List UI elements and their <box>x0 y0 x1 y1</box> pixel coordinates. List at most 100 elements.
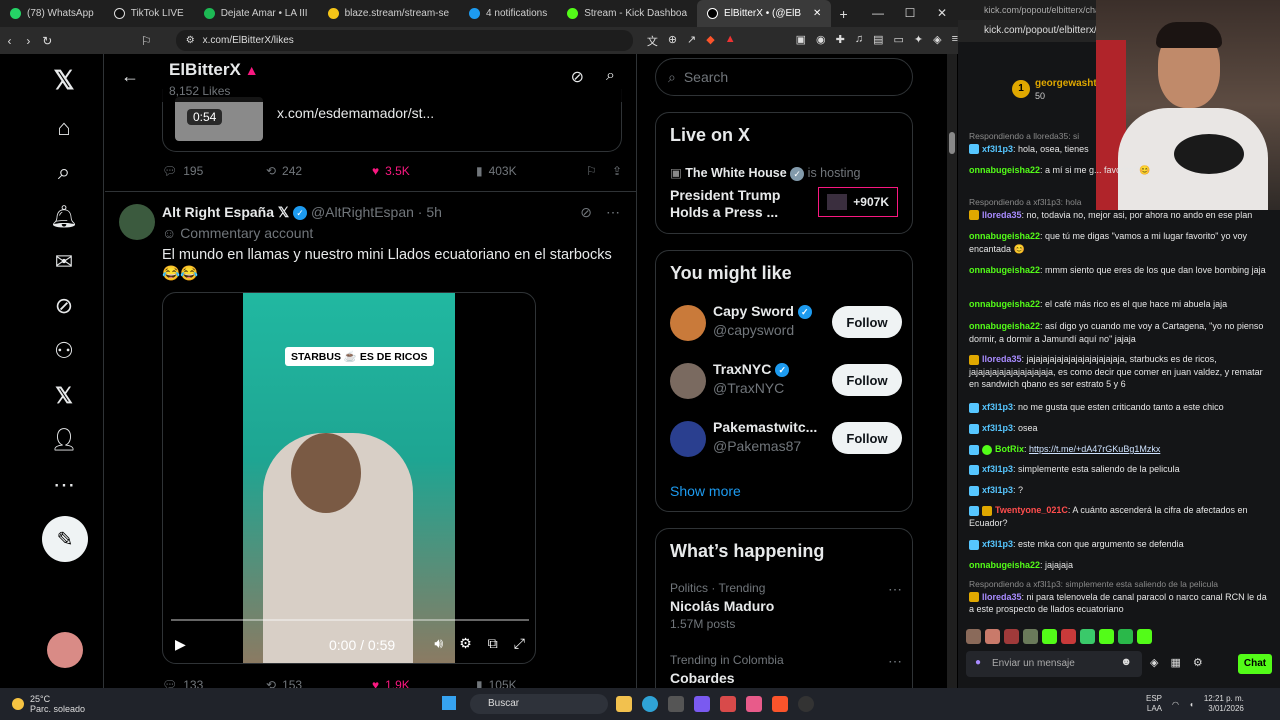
suggest-item[interactable]: Capy Sword ✓ @capysword Follow <box>670 303 902 345</box>
chat-link[interactable]: https://t.me/+dA47rGKuBg1Mzkx <box>1029 444 1160 454</box>
emote-icon[interactable] <box>966 629 981 644</box>
app-icon[interactable] <box>720 696 736 712</box>
volume-icon[interactable]: 🔊︎ <box>434 635 443 652</box>
chat-send-button[interactable]: Chat <box>1238 654 1272 674</box>
grok-explain-icon[interactable]: ⊘ <box>580 204 592 221</box>
emote-icon[interactable] <box>1118 629 1133 644</box>
settings-gear-icon[interactable]: ⚙ <box>1193 656 1203 669</box>
media-icon[interactable]: ♫ <box>855 33 863 49</box>
home-icon[interactable]: ⌂ <box>50 114 78 142</box>
premium-x-icon[interactable]: 𝕏 <box>50 382 78 410</box>
tab-kick-dashboard[interactable]: Stream - Kick Dashboa <box>557 0 697 27</box>
leo-icon[interactable]: ✦ <box>914 33 923 49</box>
tab-spotify[interactable]: Dejate Amar • LA III <box>194 0 318 27</box>
puzzle-icon[interactable]: ✚ <box>836 33 845 49</box>
wallet-icon[interactable]: ▭ <box>894 33 904 49</box>
grok-icon[interactable]: ⊘ <box>50 292 78 320</box>
bookmark-icon[interactable]: ⚐ <box>137 34 156 48</box>
emote-icon[interactable] <box>1023 629 1038 644</box>
more-options-icon[interactable]: ⋯ <box>888 581 902 598</box>
chat-message-input[interactable]: ● Enviar un mensaje ☻ <box>966 651 1142 677</box>
profile-icon[interactable]: 👤︎ <box>50 426 78 454</box>
extension-icon[interactable]: ▣ <box>796 33 806 49</box>
app-icon[interactable] <box>746 696 762 712</box>
search-icon[interactable]: ⌕ <box>606 67 615 87</box>
emote-icon[interactable] <box>1099 629 1114 644</box>
weather-widget[interactable]: 25°C Parc. soleado <box>12 694 85 714</box>
emote-icon[interactable] <box>1080 629 1095 644</box>
site-settings-icon[interactable]: ⚙ <box>186 35 195 46</box>
play-icon[interactable]: ▶ <box>175 636 186 653</box>
trend-item[interactable]: Politics · Trending Nicolás Maduro 1.57M… <box>670 581 902 631</box>
fullscreen-icon[interactable]: ⤢ <box>514 635 525 652</box>
forward-nav-icon[interactable]: › <box>19 34 38 48</box>
more-options-icon[interactable]: ⋯ <box>888 653 902 670</box>
emote-icon[interactable] <box>1004 629 1019 644</box>
show-more-link[interactable]: Show more <box>670 483 741 499</box>
reply-button[interactable]: 💬︎ 195 <box>162 164 266 178</box>
windows-start-icon[interactable] <box>442 696 456 710</box>
url-field[interactable]: ⚙ x.com/ElBitterX/likes <box>175 30 633 51</box>
points-icon[interactable]: ◈ <box>1150 656 1158 669</box>
messages-mail-icon[interactable]: ✉ <box>50 248 78 276</box>
views-button[interactable]: ▮ 105K <box>476 678 586 688</box>
scrollbar-thumb[interactable] <box>949 132 955 154</box>
video-player[interactable]: STARBUS ☕ ES DE RICOS ▶ 0:00 / 0:59 🔊︎ ⚙… <box>162 292 536 664</box>
live-event-title[interactable]: President Trump Holds a Press ... <box>670 187 800 221</box>
emote-icon[interactable] <box>1042 629 1057 644</box>
tab-whatsapp[interactable]: (78) WhatsApp <box>0 0 104 27</box>
edge-icon[interactable] <box>642 696 658 712</box>
bookmark-button[interactable]: ⚐ <box>586 164 612 178</box>
close-tab-icon[interactable]: ✕ <box>813 8 821 19</box>
compose-post-button[interactable]: ✎ <box>42 516 88 562</box>
emote-icon[interactable] <box>1061 629 1076 644</box>
search-input[interactable]: ⌕ Search <box>655 58 913 96</box>
volume-icon[interactable]: ◖ <box>1189 700 1194 709</box>
retweet-button[interactable]: ⟲ 242 <box>266 164 372 178</box>
like-button[interactable]: ♥ 3.5K <box>372 164 476 178</box>
store-icon[interactable] <box>668 696 684 712</box>
like-button[interactable]: ♥ 1.9K <box>372 678 476 688</box>
communities-icon[interactable]: ⚇ <box>50 337 78 365</box>
author-name[interactable]: Alt Right España <box>162 204 274 220</box>
maximize-button[interactable]: ☐ <box>894 0 926 27</box>
tab-notifications[interactable]: 4 notifications <box>459 0 557 27</box>
file-explorer-icon[interactable] <box>616 696 632 712</box>
suggest-item[interactable]: Pakemastwitc... @Pakemas87 Follow <box>670 419 902 461</box>
trend-item[interactable]: Trending in Colombia Cobardes ⋯ <box>670 653 902 686</box>
brave-shield-icon[interactable]: ◆ <box>706 33 714 49</box>
vpn-icon[interactable]: ◈ <box>933 33 941 49</box>
taskbar-search[interactable]: Buscar <box>470 694 608 714</box>
author-handle[interactable]: @AltRightEspan <box>311 204 414 220</box>
more-options-icon[interactable]: ⋯ <box>606 204 620 221</box>
more-circle-icon[interactable]: ⋯ <box>50 471 78 499</box>
extension-icon[interactable]: ◉ <box>816 33 826 49</box>
follow-button[interactable]: Follow <box>832 422 902 454</box>
wifi-icon[interactable]: ◠ <box>1172 700 1179 709</box>
store-icon[interactable]: ▦ <box>1170 656 1180 669</box>
share-button[interactable]: ⇪ <box>612 164 622 178</box>
views-button[interactable]: ▮ 403K <box>476 164 586 178</box>
grok-icon[interactable]: ⊘ <box>571 67 584 87</box>
author-avatar[interactable] <box>119 204 155 240</box>
quoted-link[interactable]: x.com/esdemamador/st... <box>277 105 434 121</box>
clock[interactable]: 12:21 p. m. 3/01/2026 <box>1204 694 1244 714</box>
emoji-icon[interactable]: ☻ <box>1120 656 1132 668</box>
x-logo-icon[interactable]: 𝕏 <box>50 65 78 95</box>
share-icon[interactable]: ↗ <box>687 33 696 49</box>
close-window-button[interactable]: ✕ <box>926 0 958 27</box>
back-nav-icon[interactable]: ‹ <box>0 34 19 48</box>
reload-icon[interactable]: ↻ <box>38 34 57 48</box>
settings-gear-icon[interactable]: ⚙ <box>459 635 472 652</box>
sidebar-icon[interactable]: ▤ <box>873 33 883 49</box>
video-progress-bar[interactable] <box>171 619 529 621</box>
picture-in-picture-icon[interactable]: ⧉ <box>488 635 498 652</box>
suggest-item[interactable]: TraxNYC ✓ @TraxNYC Follow <box>670 361 902 403</box>
emote-icon[interactable] <box>985 629 1000 644</box>
brave-icon[interactable] <box>772 696 788 712</box>
obs-icon[interactable] <box>798 696 814 712</box>
tab-blaze[interactable]: blaze.stream/stream-se <box>318 0 459 27</box>
page-scrollbar[interactable] <box>947 54 957 688</box>
back-arrow-icon[interactable]: ← <box>121 66 139 87</box>
tab-tiktok[interactable]: TikTok LIVE <box>104 0 194 27</box>
